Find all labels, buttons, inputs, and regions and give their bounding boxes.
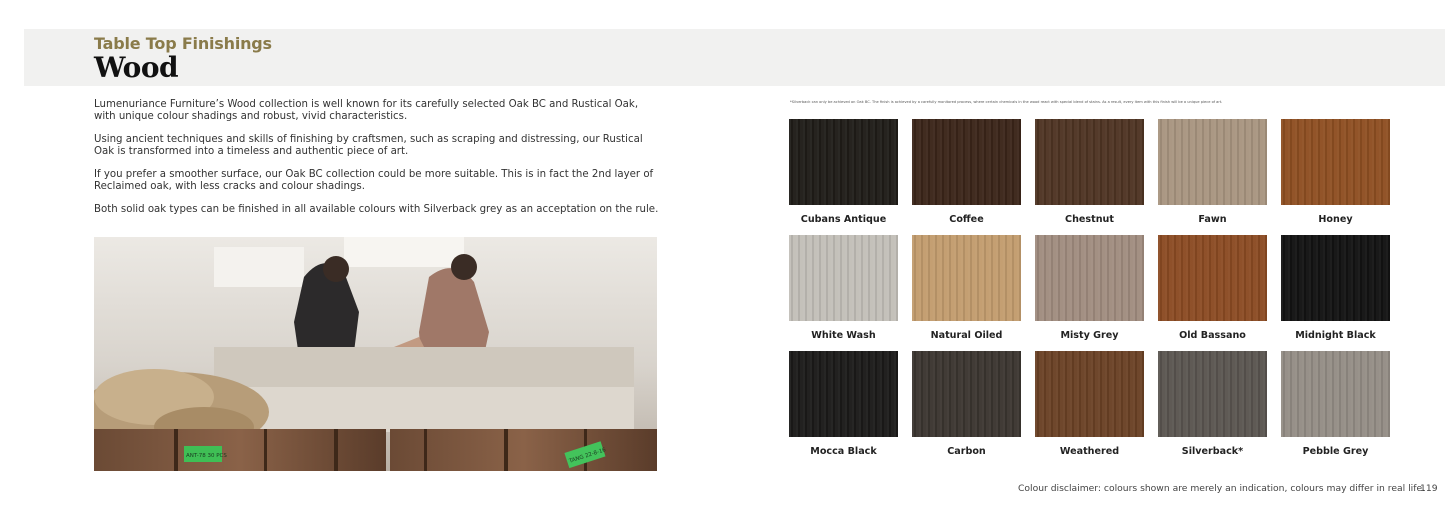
wood-finish-swatch — [912, 235, 1021, 321]
swatch-label: Carbon — [947, 446, 986, 457]
paragraph: If you prefer a smoother surface, our Oa… — [94, 169, 654, 192]
wood-finish-swatch — [1158, 235, 1267, 321]
swatch-item: Natural Oiled — [912, 235, 1021, 341]
swatch-item: Coffee — [912, 119, 1021, 225]
swatch-label: Fawn — [1198, 214, 1227, 225]
swatch-item: Silverback* — [1158, 351, 1267, 457]
swatch-item: Pebble Grey — [1281, 351, 1390, 457]
page-title: Wood — [94, 51, 179, 84]
wood-finish-swatch — [789, 235, 898, 321]
wood-finish-swatch — [789, 119, 898, 205]
wood-finish-swatch — [1035, 119, 1144, 205]
swatch-item: Misty Grey — [1035, 235, 1144, 341]
swatch-label: Honey — [1318, 214, 1353, 225]
swatch-label: Cubans Antique — [800, 214, 887, 225]
swatch-label: Misty Grey — [1060, 330, 1119, 341]
workshop-photo: ANT-78 30 PCS TANG 22-8-16 — [94, 237, 657, 471]
wood-finish-swatch — [1158, 119, 1267, 205]
colour-disclaimer: Colour disclaimer: colours shown are mer… — [1018, 483, 1426, 494]
wood-finish-swatch — [1035, 351, 1144, 437]
swatch-item: Weathered — [1035, 351, 1144, 457]
swatch-label: Natural Oiled — [930, 330, 1003, 341]
wood-finish-swatch — [1281, 235, 1390, 321]
label-tag-left-text: ANT-78 30 PCS — [186, 453, 227, 459]
swatch-item: Carbon — [912, 351, 1021, 457]
swatch-item: White Wash — [789, 235, 898, 341]
swatch-label: Mocca Black — [810, 446, 877, 457]
wood-finish-swatch — [912, 351, 1021, 437]
wood-finish-swatch — [1035, 235, 1144, 321]
swatch-item: Mocca Black — [789, 351, 898, 457]
swatch-label: Pebble Grey — [1302, 446, 1369, 457]
wood-finish-swatch — [1281, 119, 1390, 205]
swatch-label: Midnight Black — [1295, 330, 1376, 341]
intro-text: Lumenuriance Furniture’s Wood collection… — [94, 99, 659, 228]
wood-finish-swatch — [789, 351, 898, 437]
wood-finish-swatch — [1158, 351, 1267, 437]
paragraph: Both solid oak types can be finished in … — [94, 204, 659, 215]
swatch-item: Honey — [1281, 119, 1390, 225]
wood-finish-swatch — [912, 119, 1021, 205]
swatch-label: Weathered — [1059, 446, 1120, 457]
paragraph: Using ancient techniques and skills of f… — [94, 134, 643, 157]
swatch-item: Chestnut — [1035, 119, 1144, 225]
swatch-item: Fawn — [1158, 119, 1267, 225]
paragraph: Lumenuriance Furniture’s Wood collection… — [94, 99, 639, 122]
swatch-item: Old Bassano — [1158, 235, 1267, 341]
page-number: 119 — [1420, 483, 1438, 494]
swatch-item: Midnight Black — [1281, 235, 1390, 341]
swatch-label: White Wash — [811, 330, 876, 341]
fine-print-note: *Silverback can only be achieved on Oak … — [790, 100, 1223, 104]
swatch-label: Coffee — [949, 214, 984, 225]
swatch-item: Cubans Antique — [789, 119, 898, 225]
swatch-label: Chestnut — [1065, 214, 1114, 225]
swatch-label: Old Bassano — [1179, 330, 1246, 341]
swatch-label: Silverback* — [1181, 446, 1244, 457]
wood-finish-swatch — [1281, 351, 1390, 437]
